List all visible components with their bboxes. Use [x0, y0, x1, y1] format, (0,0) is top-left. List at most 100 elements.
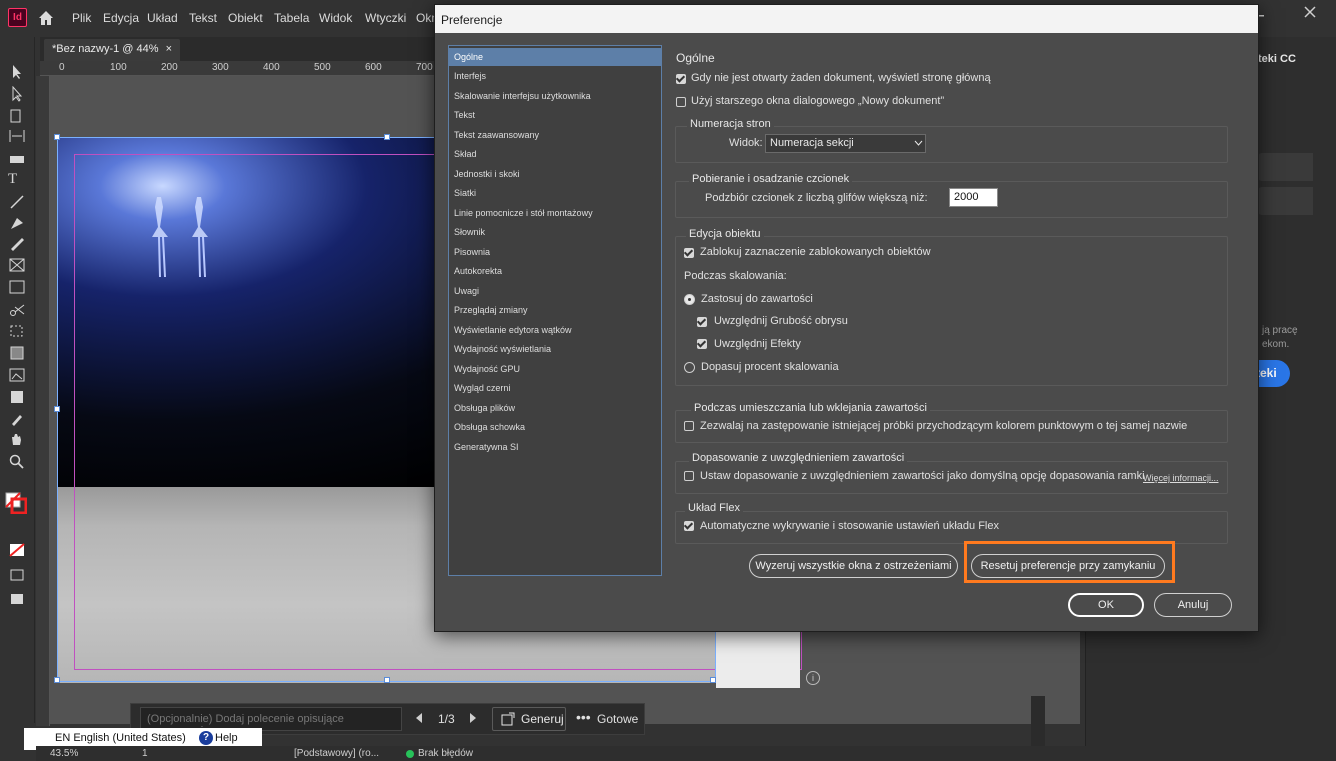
nav-item-generative-ai[interactable]: Generatywna SI — [449, 438, 661, 456]
font-subset-input[interactable]: 2000 — [949, 188, 998, 207]
rectangle-frame-tool-icon[interactable] — [8, 257, 26, 273]
nav-item-story-editor[interactable]: Wyświetlanie edytora wątków — [449, 321, 661, 339]
content-aware-checkbox[interactable] — [684, 471, 694, 481]
scissors-tool-icon[interactable] — [8, 302, 26, 318]
nav-item-black-appearance[interactable]: Wygląd czerni — [449, 379, 661, 397]
more-options-icon[interactable]: ••• — [576, 709, 591, 725]
include-stroke-checkbox[interactable] — [697, 317, 707, 327]
menu-plugins[interactable]: Wtyczki — [365, 11, 406, 25]
dialog-titlebar[interactable]: Preferencje — [435, 5, 1258, 33]
zoom-level[interactable]: 43.5% — [50, 748, 78, 759]
home-icon[interactable] — [37, 9, 55, 27]
nav-item-gpu-performance[interactable]: Wydajność GPU — [449, 360, 661, 378]
direct-selection-tool-icon[interactable] — [8, 86, 26, 102]
content-collector-icon[interactable] — [8, 149, 26, 165]
allow-replace-checkbox[interactable] — [684, 421, 694, 431]
free-transform-tool-icon[interactable] — [8, 323, 26, 339]
style-label[interactable]: [Podstawowy] (ro... — [294, 748, 379, 759]
document-tab[interactable]: *Bez nazwy-1 @ 44% × — [44, 39, 181, 61]
rectangle-tool-icon[interactable] — [8, 279, 26, 295]
nav-item-units[interactable]: Jednostki i skoki — [449, 165, 661, 183]
preview-mode-icon[interactable] — [8, 591, 26, 607]
menu-file[interactable]: Plik — [72, 11, 91, 25]
help-label[interactable]: Help — [215, 732, 238, 744]
apply-none-icon[interactable] — [8, 542, 26, 558]
preflight-status[interactable]: Brak błędów — [418, 748, 473, 759]
resize-handle[interactable] — [710, 677, 716, 683]
nav-item-dictionary[interactable]: Słownik — [449, 223, 661, 241]
type-tool-icon[interactable]: T — [8, 171, 26, 187]
done-button[interactable]: Gotowe — [597, 712, 638, 726]
nav-item-grids[interactable]: Siatki — [449, 184, 661, 202]
include-effects-checkbox[interactable] — [697, 339, 707, 349]
nav-item-track-changes[interactable]: Przeglądaj zmiany — [449, 301, 661, 319]
zoom-tool-icon[interactable] — [8, 453, 26, 469]
nav-item-general[interactable]: Ogólne — [449, 48, 661, 66]
resize-handle[interactable] — [54, 406, 60, 412]
info-icon[interactable]: i — [806, 671, 820, 685]
menu-table[interactable]: Tabela — [274, 11, 309, 25]
gradient-tool-icon[interactable] — [8, 345, 26, 361]
pen-tool-icon[interactable] — [8, 215, 26, 231]
nav-item-autocorrect[interactable]: Autokorekta — [449, 262, 661, 280]
close-tab-icon[interactable]: × — [166, 43, 172, 55]
flex-checkbox[interactable] — [684, 521, 694, 531]
nav-item-clipboard[interactable]: Obsługa schowka — [449, 418, 661, 436]
menu-type[interactable]: Tekst — [189, 11, 217, 25]
menu-layout[interactable]: Układ — [147, 11, 178, 25]
screen-mode-icon[interactable] — [8, 567, 26, 583]
resize-handle[interactable] — [384, 134, 390, 140]
gap-tool-icon[interactable] — [8, 128, 26, 144]
generate-label: Generuj — [521, 712, 564, 726]
next-variation-icon[interactable] — [468, 712, 478, 724]
resize-handle[interactable] — [384, 677, 390, 683]
chevron-down-icon — [914, 140, 923, 146]
fill-stroke-swatch-icon[interactable] — [5, 492, 27, 514]
home-screen-checkbox[interactable] — [676, 74, 686, 84]
nav-item-type[interactable]: Tekst — [449, 106, 661, 124]
reset-warnings-button[interactable]: Wyzeruj wszystkie okna z ostrzeżeniami — [749, 554, 958, 578]
legacy-new-doc-checkbox[interactable] — [676, 97, 686, 107]
flex-label: Automatyczne wykrywanie i stosowanie ust… — [700, 520, 999, 532]
close-window-icon[interactable] — [1300, 2, 1320, 22]
nav-item-file-handling[interactable]: Obsługa plików — [449, 399, 661, 417]
nav-item-guides[interactable]: Linie pomocnicze i stół montażowy — [449, 204, 661, 222]
note-tool-icon[interactable] — [8, 389, 26, 405]
image-tool-icon[interactable] — [8, 367, 26, 383]
menu-edit[interactable]: Edycja — [103, 11, 139, 25]
cancel-button[interactable]: Anuluj — [1154, 593, 1232, 617]
panel-block[interactable] — [1258, 187, 1313, 215]
page-tool-icon[interactable] — [8, 108, 26, 124]
help-icon[interactable]: ? — [199, 731, 213, 745]
hand-tool-icon[interactable] — [8, 431, 26, 447]
lock-selection-checkbox[interactable] — [684, 248, 694, 258]
panel-title: teki CC — [1258, 53, 1296, 65]
menu-object[interactable]: Obiekt — [228, 11, 263, 25]
apply-to-content-radio[interactable] — [684, 294, 695, 305]
nav-item-notes[interactable]: Uwagi — [449, 282, 661, 300]
line-tool-icon[interactable] — [8, 194, 26, 210]
resize-handle[interactable] — [54, 677, 60, 683]
more-info-link[interactable]: Więcej informacji... — [1143, 473, 1219, 483]
page-number[interactable]: 1 — [142, 748, 148, 759]
view-select[interactable]: Numeracja sekcji — [765, 134, 926, 153]
eyedropper-tool-icon[interactable] — [8, 410, 26, 426]
ok-button[interactable]: OK — [1068, 593, 1144, 617]
page-edge — [716, 632, 800, 688]
nav-item-spelling[interactable]: Pisownia — [449, 243, 661, 261]
nav-item-display-performance[interactable]: Wydajność wyświetlania — [449, 340, 661, 358]
language-label[interactable]: EN English (United States) — [55, 732, 186, 744]
nav-item-composition[interactable]: Skład — [449, 145, 661, 163]
nav-item-ui-scaling[interactable]: Skalowanie interfejsu użytkownika — [449, 87, 661, 105]
nav-item-interface[interactable]: Interfejs — [449, 67, 661, 85]
resize-handle[interactable] — [54, 134, 60, 140]
prev-variation-icon[interactable] — [414, 712, 424, 724]
adjust-percent-radio[interactable] — [684, 362, 695, 373]
selection-tool-icon[interactable] — [8, 64, 26, 80]
reset-preferences-button[interactable]: Resetuj preferencje przy zamykaniu — [971, 554, 1165, 578]
pencil-tool-icon[interactable] — [8, 235, 26, 251]
panel-block[interactable] — [1258, 153, 1313, 181]
nav-item-advanced-type[interactable]: Tekst zaawansowany — [449, 126, 661, 144]
generate-button[interactable]: Generuj — [492, 707, 566, 731]
menu-view[interactable]: Widok — [319, 11, 352, 25]
